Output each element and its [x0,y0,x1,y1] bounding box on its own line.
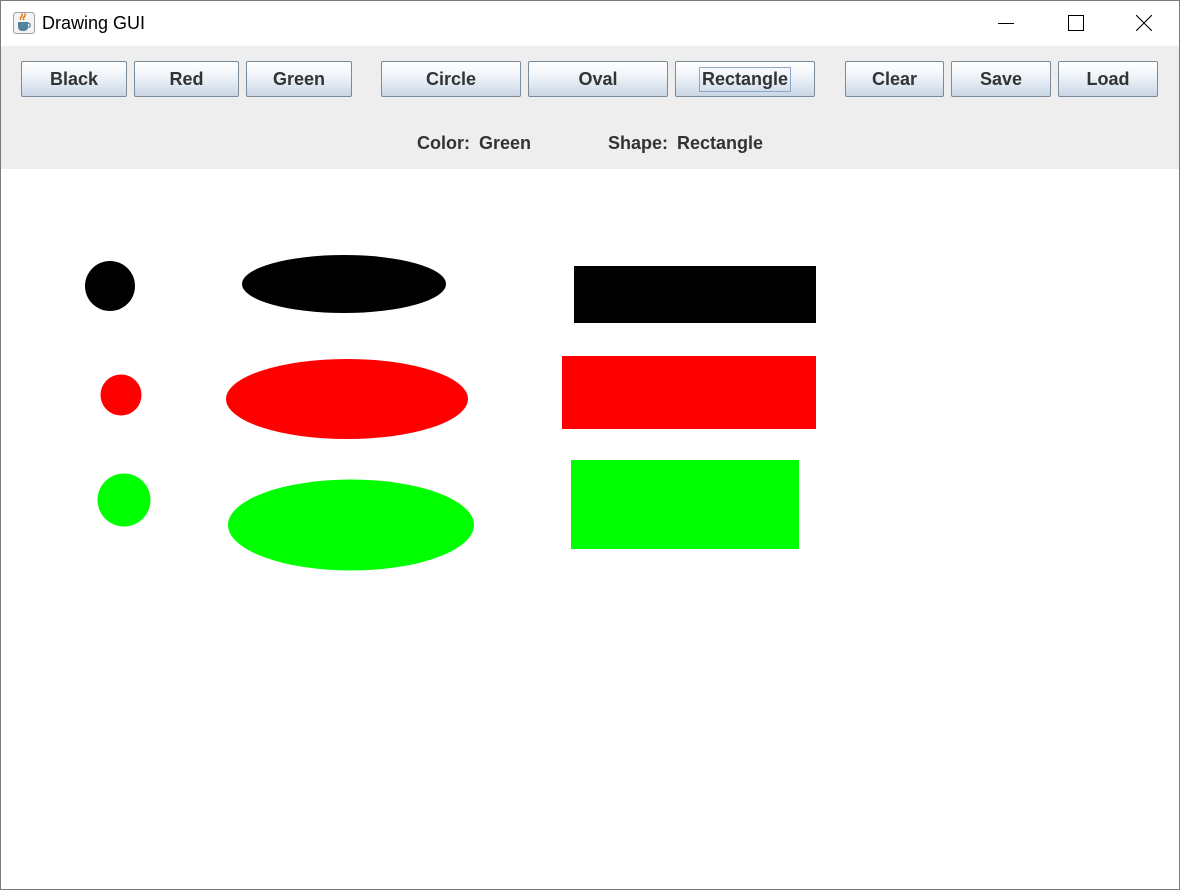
color-status-label: Color: [417,133,470,153]
green-button-label: Green [272,68,326,89]
green-oval-shape [228,479,474,571]
toolbar-panel: Black Red Green Circle Oval Rectangle Cl… [1,46,1179,169]
window-title: Drawing GUI [42,13,146,33]
black-circle-shape [85,261,135,311]
green-circle-shape [97,473,151,527]
red-rectangle-shape [562,356,816,429]
green-color-button[interactable]: Green [246,61,352,97]
oval-button-label: Oval [578,68,618,89]
close-button[interactable] [1109,1,1179,46]
minimize-button[interactable] [971,1,1041,46]
oval-shape-button[interactable]: Oval [528,61,668,97]
close-icon [1136,15,1152,31]
maximize-button[interactable] [1041,1,1111,46]
save-button-label: Save [979,68,1023,89]
red-circle-shape [100,374,142,416]
title-bar[interactable]: Drawing GUI [1,1,1179,46]
canvas-surface[interactable] [1,169,1179,889]
black-rectangle-shape [574,266,816,323]
black-oval-shape [242,255,446,313]
load-button[interactable]: Load [1058,61,1158,97]
rectangle-button-label: Rectangle [698,66,792,92]
circle-button-label: Circle [425,68,477,89]
red-button-label: Red [169,68,204,89]
color-status-value: Green [479,133,532,153]
maximize-icon [1068,15,1084,31]
clear-button[interactable]: Clear [845,61,944,97]
app-window: Drawing GUI Black Red Green Circle Oval … [0,0,1180,890]
clear-button-label: Clear [871,68,918,89]
java-cup-icon [13,12,35,34]
minimize-icon [998,23,1014,24]
shape-status-value: Rectangle [677,133,764,153]
shape-status-label: Shape: [608,133,669,153]
black-button-label: Black [49,68,99,89]
load-button-label: Load [1086,68,1130,89]
circle-shape-button[interactable]: Circle [381,61,521,97]
red-color-button[interactable]: Red [134,61,239,97]
drawing-canvas[interactable] [1,169,1179,889]
rectangle-shape-button[interactable]: Rectangle [675,61,815,97]
red-oval-shape [226,359,468,439]
black-color-button[interactable]: Black [21,61,127,97]
green-rectangle-shape [571,460,799,549]
save-button[interactable]: Save [951,61,1051,97]
